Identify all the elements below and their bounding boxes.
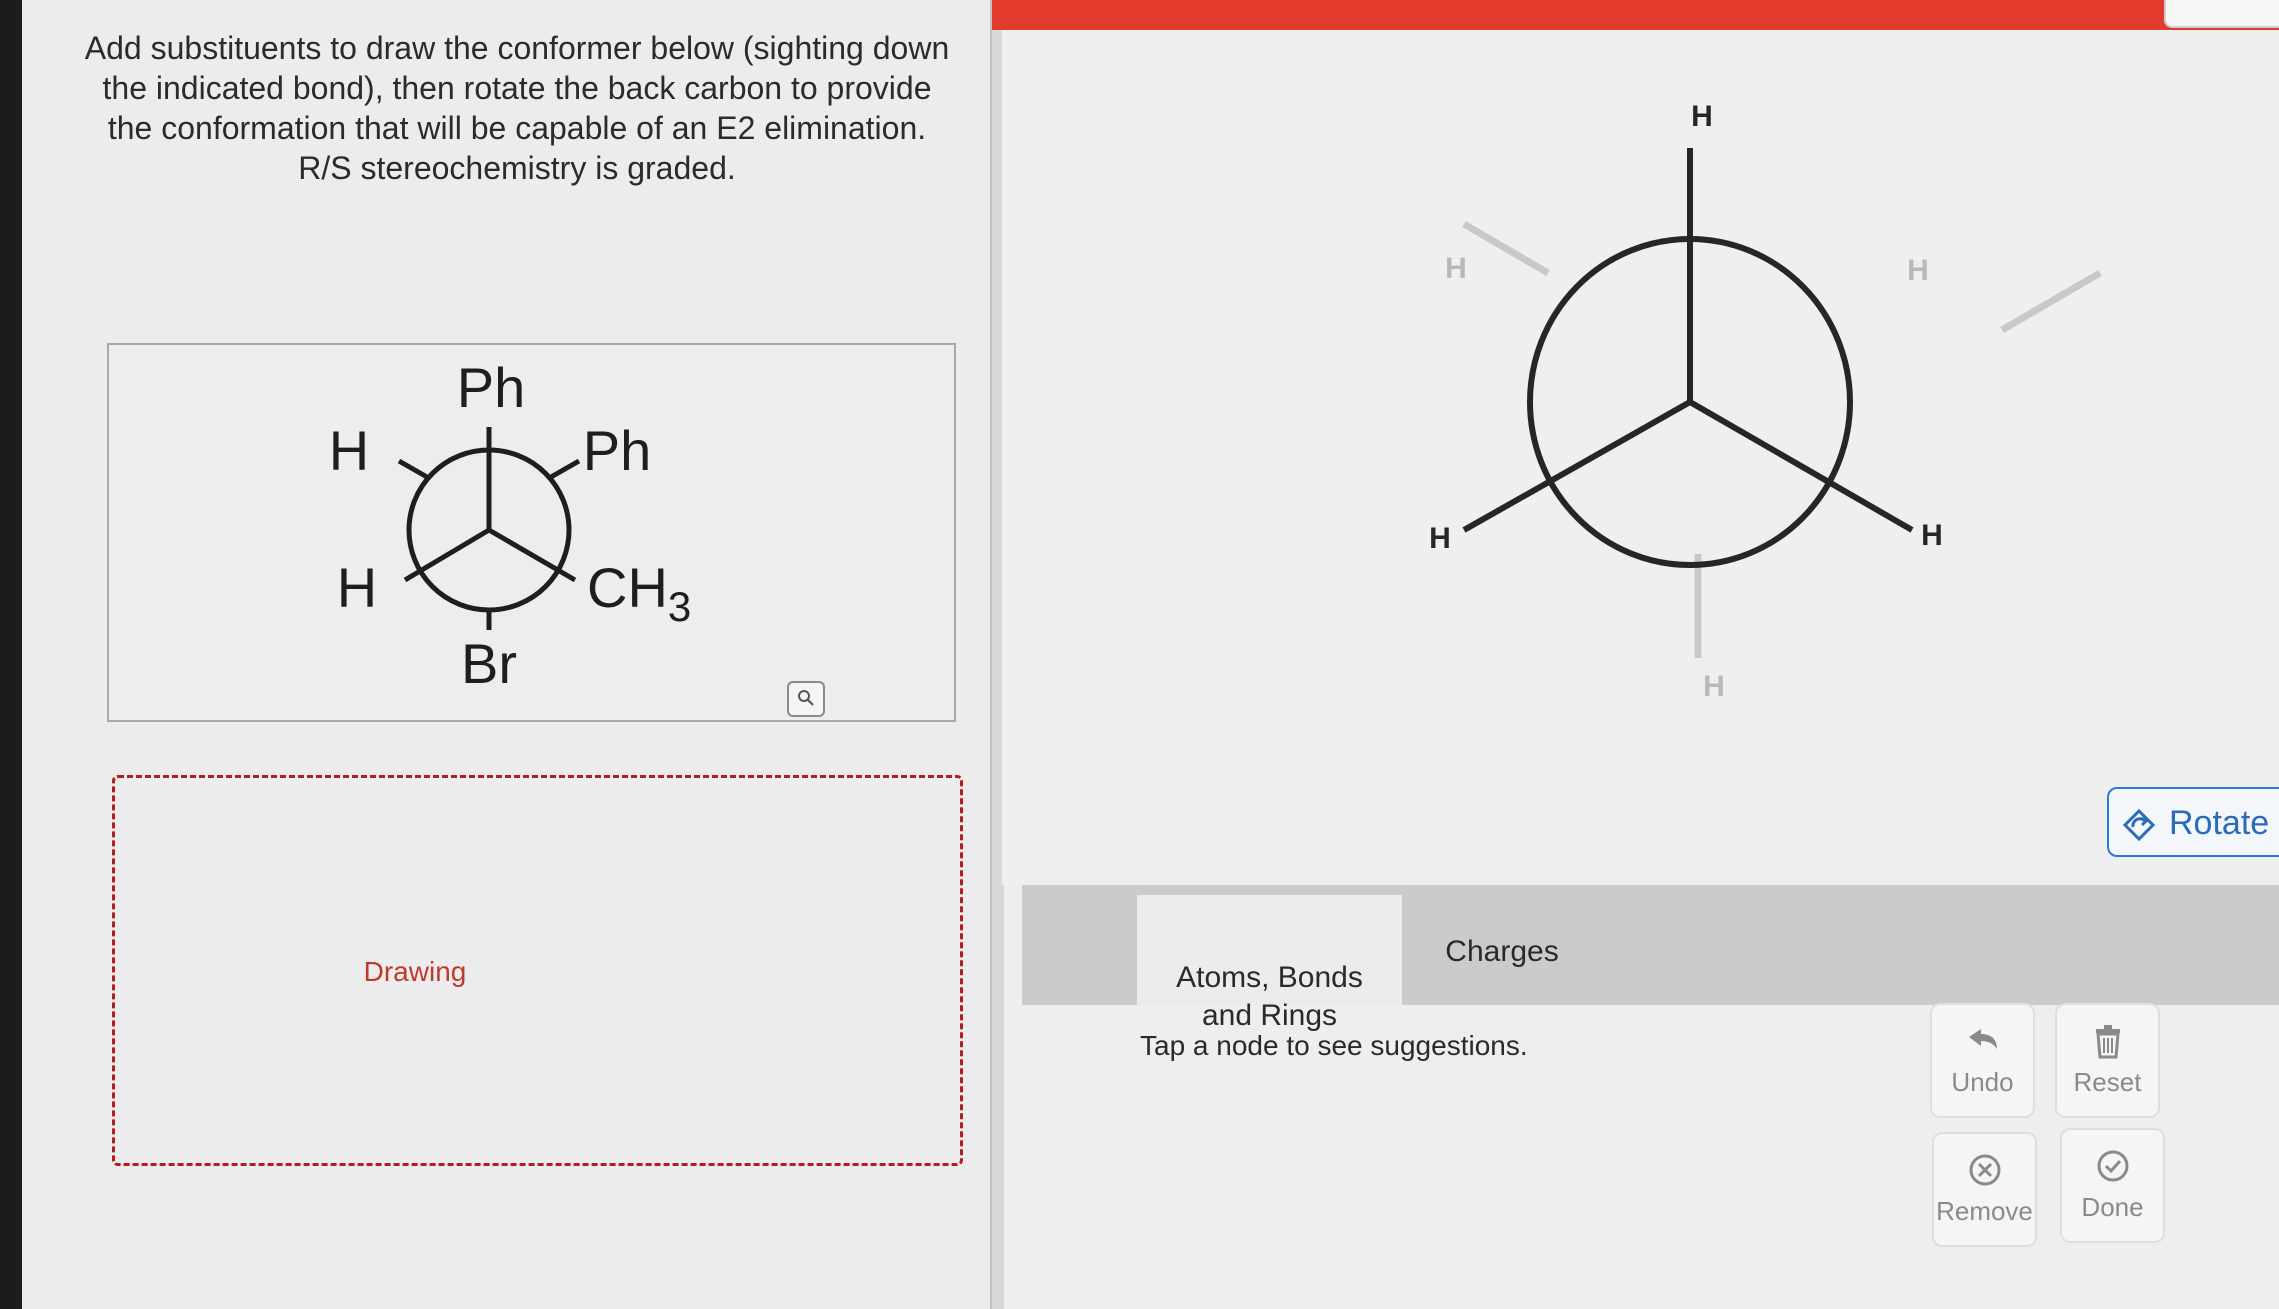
reset-button[interactable]: Reset	[2055, 1003, 2160, 1118]
submit-button[interactable]	[2164, 0, 2279, 28]
question-panel: Add substituents to draw the conformer b…	[22, 0, 990, 1309]
done-button[interactable]: Done	[2060, 1128, 2165, 1243]
canvas-back-upper-right-label[interactable]: H	[1907, 254, 1929, 287]
screen: Add substituents to draw the conformer b…	[22, 0, 2279, 1309]
top-accent-bar	[992, 0, 2279, 30]
remove-button[interactable]: Remove	[1932, 1132, 2037, 1247]
drawing-label: Drawing	[363, 956, 467, 987]
magnifier-icon	[798, 690, 814, 706]
ref-front-left-label: H	[337, 556, 377, 619]
rotate-button[interactable]: Rotate	[2107, 787, 2279, 857]
remove-circle-x-icon	[1969, 1154, 2000, 1186]
ref-front-right-label: CH3	[587, 556, 691, 630]
undo-arrow-icon	[1968, 1029, 1997, 1049]
zoom-button[interactable]	[787, 681, 825, 717]
canvas-front-top-label[interactable]: H	[1691, 100, 1713, 133]
canvas-back-upper-left-label[interactable]: H	[1445, 252, 1467, 285]
drawing-answer-area[interactable]: Drawing	[112, 775, 963, 1166]
reference-newman-box: Ph H Ph H CH3 Br	[107, 343, 956, 722]
front-bond-right[interactable]	[1688, 399, 1914, 533]
ref-back-top-right-label: Ph	[583, 419, 652, 482]
back-bond-upper-left[interactable]	[1462, 220, 1550, 277]
remove-label: Remove	[1936, 1196, 2033, 1226]
canvas-back-bottom-label[interactable]: H	[1703, 670, 1725, 703]
drawing-canvas[interactable]: H H H H H H	[1002, 30, 2279, 885]
trash-icon	[2095, 1025, 2120, 1059]
ref-front-top-label: Ph	[457, 356, 526, 419]
reset-label: Reset	[2073, 1067, 2142, 1097]
tool-tabs-bar: Atoms, Bonds and Rings Charges	[1022, 885, 2279, 1032]
canvas-front-right-label[interactable]: H	[1921, 519, 1943, 552]
checkmark-circle-icon	[2097, 1150, 2128, 1182]
back-bond-upper-right[interactable]	[2000, 269, 2102, 334]
canvas-newman-projection: H H H H H H	[1429, 100, 2102, 703]
question-instructions: Add substituents to draw the conformer b…	[84, 30, 950, 186]
ref-back-left-label: H	[329, 419, 369, 482]
tab-charges[interactable]: Charges	[1402, 895, 1602, 1005]
front-bond-left[interactable]	[1462, 399, 1692, 533]
tab-atoms-bonds-rings[interactable]: Atoms, Bonds and Rings	[1137, 895, 1402, 1032]
undo-label: Undo	[1951, 1067, 2014, 1097]
reference-newman-projection: Ph H Ph H CH3 Br	[329, 356, 691, 695]
suggestion-hint: Tap a node to see suggestions.	[1140, 1030, 1528, 1061]
ref-back-bottom-label: Br	[461, 632, 517, 695]
tab-charges-label: Charges	[1445, 935, 1559, 968]
rotate-icon	[2122, 808, 2156, 842]
rotate-label: Rotate	[2169, 804, 2270, 842]
tab-atoms-bonds-rings-label: Atoms, Bonds and Rings	[1176, 961, 1363, 1032]
undo-button[interactable]: Undo	[1930, 1003, 2035, 1118]
done-label: Done	[2081, 1192, 2144, 1222]
canvas-front-left-label[interactable]: H	[1429, 522, 1451, 555]
